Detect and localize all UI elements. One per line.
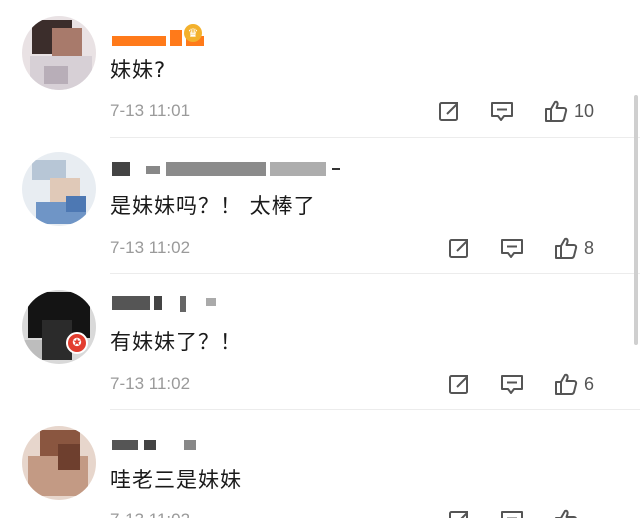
avatar[interactable] xyxy=(22,152,96,226)
reply-button[interactable] xyxy=(500,236,524,260)
comment-actions: 10 xyxy=(438,99,618,123)
like-count: 6 xyxy=(584,373,595,394)
vip-icon: ♛ xyxy=(184,24,202,42)
comment-time: 7-13 11:02 xyxy=(110,374,191,393)
reply-button[interactable] xyxy=(490,99,514,123)
share-button[interactable] xyxy=(438,99,460,123)
comment-list: ♛ 妹妹? 7-13 11:01 10 是妹妹吗？！ 太棒了 7-13 11:0… xyxy=(0,0,640,518)
thumbs-up-icon xyxy=(555,509,577,518)
like-count: 10 xyxy=(574,100,595,121)
reply-icon xyxy=(501,239,523,258)
avatar[interactable] xyxy=(22,16,96,90)
like-button[interactable] xyxy=(554,508,584,518)
share-icon xyxy=(449,239,468,258)
comment-item: 哇老三是妹妹 7-13 11:02 xyxy=(0,410,640,518)
reply-icon xyxy=(501,511,523,518)
comment-actions: 8 xyxy=(448,236,618,260)
reply-icon xyxy=(501,375,523,394)
like-button[interactable]: 10 xyxy=(544,99,594,123)
reply-icon xyxy=(491,102,513,121)
reply-button[interactable] xyxy=(500,372,524,396)
comment-text: 有妹妹了？！ xyxy=(110,330,242,354)
username[interactable] xyxy=(110,162,340,178)
like-button[interactable]: 8 xyxy=(554,236,594,260)
username[interactable] xyxy=(110,30,220,46)
avatar[interactable] xyxy=(22,290,96,364)
comment-time: 7-13 11:02 xyxy=(110,238,191,257)
thumbs-up-icon xyxy=(555,373,578,395)
share-icon xyxy=(449,511,468,518)
comment-time: 7-13 11:01 xyxy=(110,101,191,120)
avatar[interactable] xyxy=(22,426,96,500)
thumbs-up-icon xyxy=(545,100,568,122)
share-button[interactable] xyxy=(448,236,470,260)
comment-text: 是妹妹吗？！ 太棒了 xyxy=(110,194,316,218)
comment-item: 是妹妹吗？！ 太棒了 7-13 11:02 8 xyxy=(0,138,640,274)
reply-button[interactable] xyxy=(500,508,524,518)
like-button[interactable]: 6 xyxy=(554,372,594,396)
comment-item: ✪ 有妹妹了？！ 7-13 11:02 6 xyxy=(0,274,640,410)
username[interactable] xyxy=(110,440,200,456)
comment-time: 7-13 11:02 xyxy=(110,510,190,518)
like-count: 8 xyxy=(584,237,595,258)
comment-actions xyxy=(448,508,618,518)
scrollbar[interactable] xyxy=(634,95,638,345)
thumbs-up-icon xyxy=(555,237,578,259)
share-button[interactable] xyxy=(448,508,470,518)
share-icon xyxy=(449,375,468,394)
share-button[interactable] xyxy=(448,372,470,396)
comment-actions: 6 xyxy=(448,372,618,396)
share-icon xyxy=(439,102,458,121)
verified-badge-icon: ✪ xyxy=(66,332,88,354)
username[interactable] xyxy=(110,296,220,312)
comment-item: ♛ 妹妹? 7-13 11:01 10 xyxy=(0,0,640,138)
comment-text: 妹妹? xyxy=(110,58,167,82)
comment-text: 哇老三是妹妹 xyxy=(110,468,242,492)
